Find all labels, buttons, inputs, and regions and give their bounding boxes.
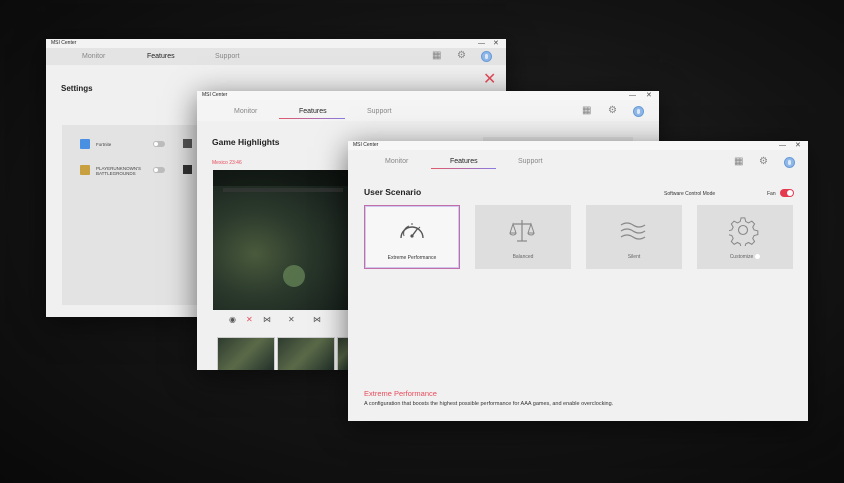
apex-icon bbox=[183, 139, 192, 148]
tab-monitor[interactable]: Monitor bbox=[385, 158, 408, 165]
titlebar: MSI Center — ✕ bbox=[197, 91, 659, 100]
description-title: Extreme Performance bbox=[364, 389, 437, 398]
tab-underline bbox=[431, 168, 496, 169]
gear-icon[interactable]: ⚙ bbox=[457, 50, 466, 61]
titlebar: MSI Center — ✕ bbox=[46, 39, 506, 48]
app-title: MSI Center bbox=[353, 142, 379, 148]
tab-support[interactable]: Support bbox=[367, 108, 392, 115]
page-title: Settings bbox=[61, 84, 93, 93]
game-name: PLAYERUNKNOWN'S BATTLEGROUNDS bbox=[96, 166, 142, 176]
close-icon[interactable]: ✕ bbox=[483, 72, 496, 88]
gear-icon[interactable]: ⚙ bbox=[608, 105, 617, 116]
avatar[interactable] bbox=[481, 51, 492, 62]
record-icon[interactable]: ◉ bbox=[229, 315, 236, 324]
speedometer-icon bbox=[400, 223, 424, 239]
avatar[interactable] bbox=[633, 106, 644, 117]
info-icon[interactable] bbox=[755, 254, 761, 260]
grid-icon[interactable]: ▦ bbox=[734, 156, 743, 167]
game-toggle[interactable] bbox=[153, 167, 165, 173]
avatar[interactable] bbox=[784, 157, 795, 168]
tab-monitor[interactable]: Monitor bbox=[234, 108, 257, 115]
game-hud bbox=[213, 170, 353, 186]
close-button[interactable]: ✕ bbox=[795, 141, 801, 150]
trim-icon[interactable]: ⋈ bbox=[313, 315, 321, 324]
app-title: MSI Center bbox=[202, 92, 228, 98]
balance-scale-icon bbox=[509, 220, 535, 242]
minimize-button[interactable]: — bbox=[478, 39, 485, 48]
fan-toggle[interactable] bbox=[780, 189, 794, 197]
video-preview[interactable] bbox=[213, 170, 353, 310]
minimize-button[interactable]: — bbox=[779, 141, 786, 150]
cancel-icon[interactable]: ✕ bbox=[288, 315, 295, 324]
scenario-card-silent[interactable]: Silent bbox=[586, 205, 682, 269]
card-label: Customize bbox=[697, 254, 793, 260]
grid-icon[interactable]: ▦ bbox=[582, 105, 591, 116]
pubg-icon bbox=[80, 165, 90, 175]
navbar: Monitor Features Support ▦ ⚙ bbox=[348, 150, 808, 176]
card-label: Extreme Performance bbox=[387, 255, 437, 261]
scenario-card-customize[interactable]: Customize bbox=[697, 205, 793, 269]
minimize-button[interactable]: — bbox=[629, 91, 636, 100]
fortnite-icon bbox=[80, 139, 90, 149]
game-badge-icon bbox=[183, 165, 192, 174]
tab-features[interactable]: Features bbox=[299, 108, 327, 115]
close-button[interactable]: ✕ bbox=[646, 91, 652, 100]
tab-support[interactable]: Support bbox=[518, 158, 543, 165]
titlebar: MSI Center — ✕ bbox=[348, 141, 808, 150]
grid-icon[interactable]: ▦ bbox=[432, 50, 441, 61]
scenario-card-balanced[interactable]: Balanced bbox=[475, 205, 571, 269]
navbar: Monitor Features Support ▦ ⚙ bbox=[46, 48, 506, 65]
tab-monitor[interactable]: Monitor bbox=[82, 53, 105, 60]
trim-icon[interactable]: ⋈ bbox=[263, 315, 271, 324]
software-control-mode-label: Software Control Mode bbox=[664, 191, 716, 197]
wind-waves-icon bbox=[620, 222, 646, 240]
tab-features[interactable]: Features bbox=[147, 53, 175, 60]
user-scenario-window: MSI Center — ✕ Monitor Features Support … bbox=[348, 141, 808, 421]
tab-underline bbox=[279, 118, 345, 119]
tab-features[interactable]: Features bbox=[450, 158, 478, 165]
recording-label: Mexico 23:46 bbox=[212, 160, 242, 166]
game-name: Fortnite bbox=[96, 142, 112, 147]
card-label: Balanced bbox=[512, 254, 534, 260]
gear-icon[interactable]: ⚙ bbox=[759, 156, 768, 167]
section-title: User Scenario bbox=[364, 187, 422, 197]
gear-icon bbox=[729, 217, 759, 246]
card-label: Silent bbox=[627, 254, 641, 260]
clip-thumbnail[interactable] bbox=[217, 337, 275, 370]
game-toggle[interactable] bbox=[153, 141, 165, 147]
navbar: Monitor Features Support ▦ ⚙ bbox=[197, 100, 659, 121]
clip-thumbnail[interactable] bbox=[277, 337, 335, 370]
fan-label: Fan bbox=[767, 191, 776, 197]
tab-support[interactable]: Support bbox=[215, 53, 240, 60]
delete-icon[interactable]: ✕ bbox=[246, 315, 253, 324]
close-button[interactable]: ✕ bbox=[493, 39, 499, 48]
app-title: MSI Center bbox=[51, 40, 77, 46]
description-text: A configuration that boosts the highest … bbox=[364, 401, 614, 407]
page-title: Game Highlights bbox=[212, 137, 280, 147]
scenario-card-extreme-performance[interactable]: Extreme Performance bbox=[364, 205, 460, 269]
